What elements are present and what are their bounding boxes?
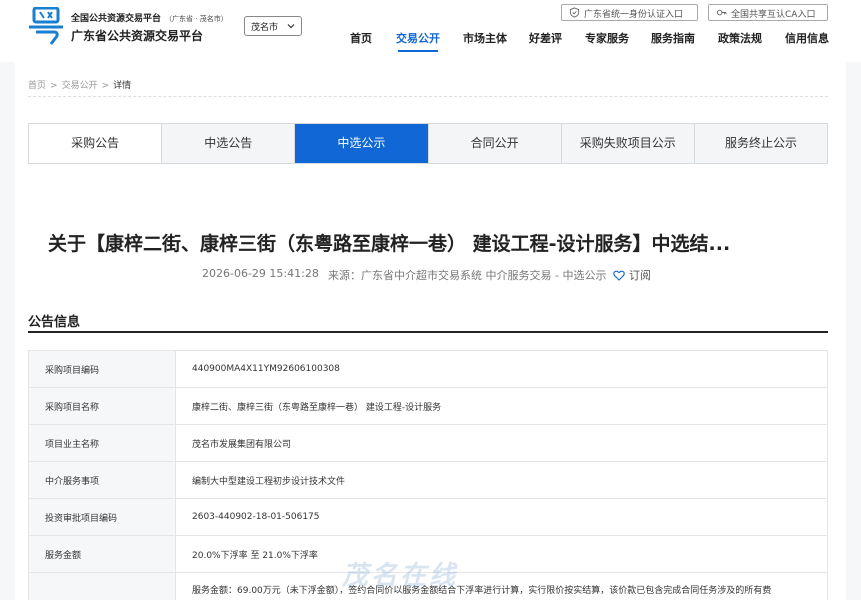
nav-credit[interactable]: 信用信息 bbox=[785, 30, 829, 52]
chevron-down-icon bbox=[287, 24, 295, 29]
tab-award-notice[interactable]: 中选公告 bbox=[161, 124, 295, 163]
breadcrumb-separator: > bbox=[101, 81, 110, 91]
breadcrumb-separator: > bbox=[50, 81, 58, 91]
field-label: 投资审批项目编码 bbox=[28, 498, 176, 536]
yue-logo-icon[interactable] bbox=[28, 7, 64, 45]
tab-contract-disclosure[interactable]: 合同公开 bbox=[427, 124, 561, 163]
field-label: 采购项目编码 bbox=[28, 350, 176, 388]
notice-title: 关于【康梓二街、康梓三街（东粤路至康梓一巷） 建设工程-设计服务】中选结... bbox=[48, 233, 731, 255]
breadcrumb: 首页 > 交易公开 > 详情 bbox=[28, 78, 135, 91]
site-header: 全国公共资源交易平台 （广东省 · 茂名市） 广东省公共资源交易平台 茂名市 广东… bbox=[0, 0, 861, 62]
subscribe-button[interactable]: 订阅 bbox=[613, 267, 651, 283]
heart-icon bbox=[613, 270, 625, 281]
publish-date: 2026-06-29 15:41:28 bbox=[202, 267, 319, 280]
field-value: 440900MA4X11YM92606100308 bbox=[175, 350, 828, 388]
tab-award-publicity[interactable]: 中选公示 bbox=[294, 124, 428, 163]
field-label bbox=[28, 572, 176, 600]
section-title: 公告信息 bbox=[28, 315, 81, 330]
ca-login-button[interactable]: 全国共享互认CA入口 bbox=[708, 4, 828, 21]
field-label: 中介服务事项 bbox=[28, 461, 176, 499]
nav-market-entities[interactable]: 市场主体 bbox=[463, 30, 507, 52]
field-value: 20.0%下浮率 至 21.0%下浮率 bbox=[175, 535, 828, 573]
table-row: 投资审批项目编码 2603-440902-18-01-506175 bbox=[28, 498, 828, 536]
platform-name-province: 广东省公共资源交易平台 bbox=[71, 29, 204, 43]
table-row: 中介服务事项 编制大中型建设工程初步设计技术文件 bbox=[28, 461, 828, 499]
field-value: 2603-440902-18-01-506175 bbox=[175, 498, 828, 536]
unified-login-button[interactable]: 广东省统一身份认证入口 bbox=[561, 4, 698, 21]
field-value: 编制大中型建设工程初步设计技术文件 bbox=[175, 461, 828, 499]
breadcrumb-home[interactable]: 首页 bbox=[28, 81, 46, 91]
divider bbox=[28, 96, 828, 97]
field-label: 服务金额 bbox=[28, 535, 176, 573]
notice-source: 来源：广东省中介超市交易系统 中介服务交易 - 中选公示 bbox=[328, 269, 607, 282]
city-select[interactable]: 茂名市 bbox=[244, 16, 302, 36]
watermark: 茂名在线 bbox=[342, 561, 459, 591]
tab-service-termination[interactable]: 服务终止公示 bbox=[693, 124, 828, 163]
tab-failed-procurement[interactable]: 采购失败项目公示 bbox=[560, 124, 694, 163]
field-label: 项目业主名称 bbox=[28, 424, 176, 462]
nav-trading[interactable]: 交易公开 bbox=[396, 30, 440, 52]
nav-home[interactable]: 首页 bbox=[350, 30, 372, 52]
tab-procurement-notice[interactable]: 采购公告 bbox=[29, 124, 162, 163]
notice-tabs: 采购公告 中选公告 中选公示 合同公开 采购失败项目公示 服务终止公示 bbox=[28, 123, 828, 164]
table-row: 采购项目名称 康梓二街、康梓三街（东粤路至康梓一巷） 建设工程-设计服务 bbox=[28, 387, 828, 425]
breadcrumb-current: 详情 bbox=[113, 81, 132, 91]
table-row: 采购项目编码 440900MA4X11YM92606100308 bbox=[28, 350, 828, 388]
section-divider bbox=[28, 331, 828, 333]
nav-experts[interactable]: 专家服务 bbox=[585, 30, 629, 52]
nav-reviews[interactable]: 好差评 bbox=[529, 30, 562, 52]
nav-policy[interactable]: 政策法规 bbox=[718, 30, 762, 52]
table-row: 项目业主名称 茂名市发展集团有限公司 bbox=[28, 424, 828, 462]
nav-guide[interactable]: 服务指南 bbox=[651, 30, 695, 52]
breadcrumb-trading[interactable]: 交易公开 bbox=[62, 81, 98, 91]
platform-name-national: 全国公共资源交易平台 （广东省 · 茂名市） bbox=[71, 14, 228, 24]
key-icon bbox=[716, 9, 727, 16]
shield-icon bbox=[569, 7, 580, 18]
field-label: 采购项目名称 bbox=[28, 387, 176, 425]
field-value: 茂名市发展集团有限公司 bbox=[175, 424, 828, 462]
field-value: 服务金额：69.00万元（未下浮金额），签约合同价以服务金额结合下浮率进行计算，… bbox=[175, 572, 828, 600]
field-value: 康梓二街、康梓三街（东粤路至康梓一巷） 建设工程-设计服务 bbox=[175, 387, 828, 425]
